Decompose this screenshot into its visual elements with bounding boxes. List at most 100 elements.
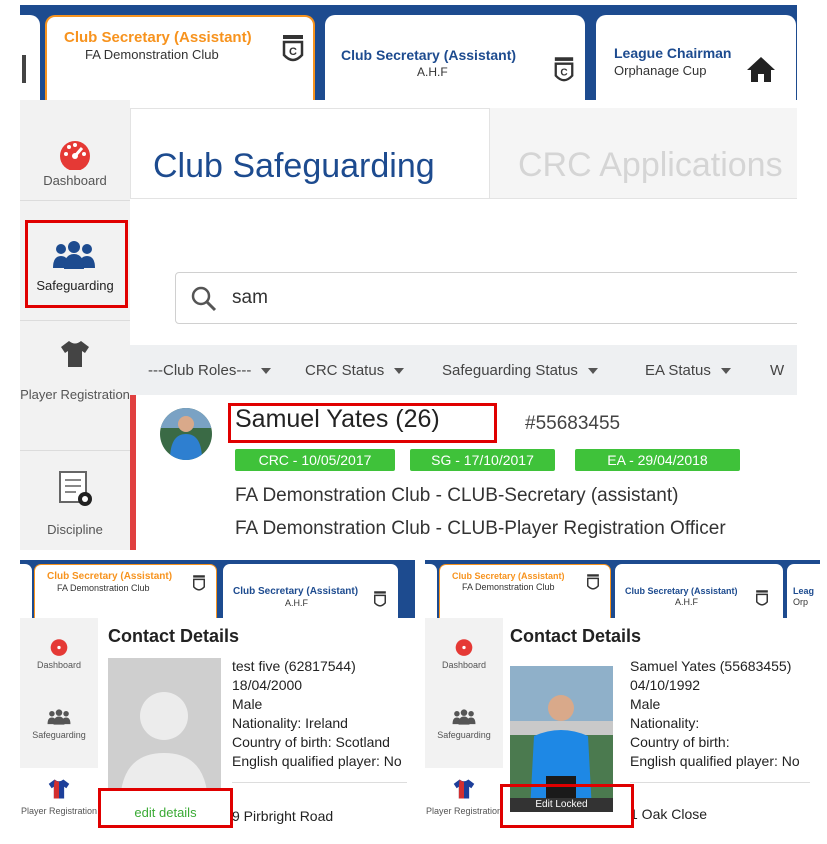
divider xyxy=(232,782,407,783)
role-tab-fa-demo[interactable]: Club Secretary (Assistant) FA Demonstrat… xyxy=(439,564,611,618)
contact-name: Samuel Yates (55683455) xyxy=(630,658,792,674)
tab-title: Leag xyxy=(793,586,815,596)
sidebar-item-player-registration[interactable]: Player Registration xyxy=(20,330,130,440)
sidebar-item-dashboard[interactable]: Dashboard xyxy=(20,100,130,192)
contact-name: test five (62817544) xyxy=(232,658,356,674)
role-tab-partial[interactable] xyxy=(425,564,437,618)
crc-badge: CRC - 10/05/2017 xyxy=(235,449,395,471)
people-icon xyxy=(452,709,476,725)
role-tab-bar: Club Secretary (Assistant) FA Demonstrat… xyxy=(425,560,820,618)
dashboard-icon xyxy=(60,141,90,170)
sidebar-item-label: Player Registration xyxy=(20,387,130,402)
tab-title: Club Secretary (Assistant) xyxy=(341,47,517,63)
role-tab-partial[interactable] xyxy=(20,564,32,618)
contact-nationality: Nationality: xyxy=(630,715,700,731)
role-tab-fa-demo[interactable]: Club Secretary (Assistant) FA Demonstrat… xyxy=(34,564,217,618)
filter-bar: ---Club Roles--- CRC Status Safeguarding… xyxy=(130,345,797,395)
edit-details-label: edit details xyxy=(134,805,197,820)
sg-badge: SG - 17/10/2017 xyxy=(410,449,555,471)
tab-label: CRC Applications xyxy=(518,146,783,184)
filter-crc-status[interactable]: CRC Status xyxy=(305,362,405,379)
svg-text:C: C xyxy=(560,68,567,79)
highlight-box xyxy=(500,784,634,828)
people-icon xyxy=(47,709,71,725)
result-status-bar xyxy=(130,395,136,550)
role-tab-league-chairman[interactable]: League Chairman Orphanage Cup xyxy=(596,15,796,100)
tab-subtitle: Orphanage Cup xyxy=(614,63,707,78)
result-id: #55683455 xyxy=(525,413,621,434)
avatar[interactable] xyxy=(160,408,212,460)
filter-safeguarding-status[interactable]: Safeguarding Status xyxy=(442,362,598,379)
tab-subtitle: A.H.F xyxy=(675,597,699,607)
sidebar-item-label: Discipline xyxy=(47,522,103,537)
search-input[interactable] xyxy=(232,283,732,313)
role-tab-bar: Club Secretary (Assistant) FA Demonstrat… xyxy=(20,5,797,100)
sidebar-item-safeguarding[interactable]: Safeguarding xyxy=(425,708,503,748)
highlight-box xyxy=(228,403,497,443)
club-badge-icon xyxy=(756,590,768,606)
shirt-icon xyxy=(453,779,475,799)
sidebar-item-label: Safeguarding xyxy=(437,730,491,740)
search-box[interactable] xyxy=(175,272,797,324)
filter-ea-status[interactable]: EA Status xyxy=(645,362,731,379)
contact-details-heading: Contact Details xyxy=(510,626,642,646)
tab-club-safeguarding[interactable]: Club Safeguarding xyxy=(130,108,490,198)
sidebar-item-discipline[interactable]: Discipline xyxy=(20,460,130,550)
edit-details-button[interactable]: edit details xyxy=(98,788,233,828)
role-tab-ahf[interactable]: Club Secretary (Assistant) A.H.F C xyxy=(325,15,585,100)
filter-label: W xyxy=(770,362,785,379)
tab-title: Club Secretary (Assistant) xyxy=(64,29,252,46)
role-tab-partial[interactable] xyxy=(20,15,40,100)
contact-country-of-birth: Country of birth: xyxy=(630,734,730,750)
badge-icon xyxy=(22,55,26,83)
divider xyxy=(20,320,130,321)
sidebar-item-dashboard[interactable]: Dashboard xyxy=(425,638,503,678)
contact-dob: 18/04/2000 xyxy=(232,677,303,693)
tab-title: Club Secretary (Assistant) xyxy=(452,571,565,581)
role-tab-fa-demo[interactable]: Club Secretary (Assistant) FA Demonstrat… xyxy=(45,15,315,100)
shirt-icon xyxy=(48,779,70,799)
role-tab-ahf[interactable]: Club Secretary (Assistant) A.H.F xyxy=(223,564,398,618)
sidebar-item-label: Dashboard xyxy=(36,660,82,670)
sidebar-item-label: Player Registration xyxy=(20,806,98,816)
club-badge-icon xyxy=(587,574,599,590)
contact-address: 9 Pirbright Road xyxy=(232,808,334,824)
filter-club-roles[interactable]: ---Club Roles--- xyxy=(148,362,272,379)
main-screenshot: Club Secretary (Assistant) FA Demonstrat… xyxy=(20,5,797,550)
role-tab-league-partial[interactable]: Leag Orp xyxy=(787,564,820,618)
search-icon xyxy=(191,286,217,312)
sidebar-item-player-registration[interactable]: Player Registration xyxy=(20,768,98,835)
contact-details-heading: Contact Details xyxy=(108,626,240,646)
chevron-down-icon xyxy=(394,368,405,375)
tab-title: Club Secretary (Assistant) xyxy=(47,571,173,582)
tab-title: League Chairman xyxy=(614,45,732,61)
contact-gender: Male xyxy=(630,696,661,712)
divider xyxy=(20,200,130,201)
sidebar-item-safeguarding[interactable]: Safeguarding xyxy=(20,708,98,748)
tab-subtitle: FA Demonstration Club xyxy=(57,583,150,593)
discipline-icon xyxy=(59,471,92,506)
role-tab-ahf[interactable]: Club Secretary (Assistant) A.H.F xyxy=(615,564,783,618)
result-role: FA Demonstration Club - CLUB-Secretary (… xyxy=(235,485,679,506)
filter-more[interactable]: W xyxy=(770,362,784,379)
sidebar-item-player-registration[interactable]: Player Registration xyxy=(425,768,503,835)
club-badge-icon: C xyxy=(554,57,574,82)
sidebar: Dashboard Safeguarding Player Registrati… xyxy=(425,618,503,835)
sidebar-item-dashboard[interactable]: Dashboard xyxy=(20,638,98,678)
tab-label: Club Safeguarding xyxy=(153,147,435,185)
contact-nationality: Nationality: Ireland xyxy=(232,715,348,731)
club-badge-icon xyxy=(374,591,386,607)
dashboard-icon xyxy=(455,639,473,656)
tab-subtitle: A.H.F xyxy=(417,65,448,79)
sidebar: Dashboard Safeguarding Player Registrati… xyxy=(20,618,98,835)
role-tab-bar: Club Secretary (Assistant) FA Demonstrat… xyxy=(20,560,415,618)
sidebar-item-label: Player Registration xyxy=(425,806,503,816)
dashboard-icon xyxy=(50,639,68,656)
svg-text:C: C xyxy=(289,46,297,58)
tab-subtitle: Orp xyxy=(793,597,809,607)
club-badge-icon xyxy=(193,575,205,591)
tab-crc-applications[interactable]: CRC Applications xyxy=(490,108,797,198)
home-icon xyxy=(747,57,775,82)
sidebar-item-label: Dashboard xyxy=(43,173,107,188)
placeholder-avatar xyxy=(108,658,221,806)
